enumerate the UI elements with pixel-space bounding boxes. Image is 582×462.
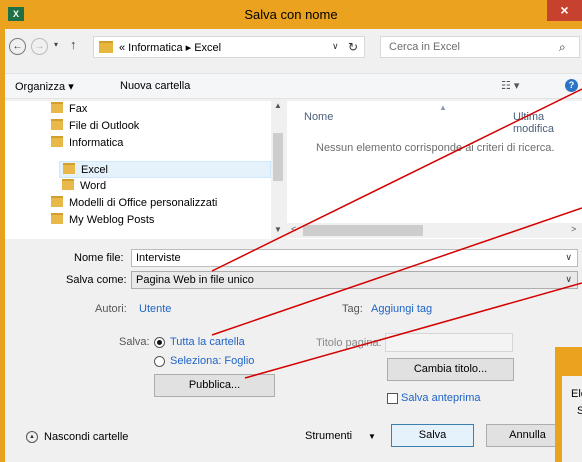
folder-icon xyxy=(51,213,63,224)
command-bar: Organizza ▾ Nuova cartella ☷ ▾ ? xyxy=(5,73,582,99)
refresh-icon[interactable]: ↻ xyxy=(348,40,358,54)
title-bar[interactable]: X Salva con nome × xyxy=(0,0,582,29)
folder-icon xyxy=(51,136,63,147)
savetype-select[interactable]: Pagina Web in file unico ∨ xyxy=(131,271,578,289)
tree-item[interactable]: My Weblog Posts xyxy=(51,212,154,229)
search-placeholder: Cerca in Excel xyxy=(389,41,460,53)
hide-folders-button[interactable]: Nascondi cartelle xyxy=(44,431,128,443)
tree-item-label: Excel xyxy=(81,164,108,176)
close-button[interactable]: × xyxy=(547,0,582,21)
navigation-pane: Fax File di Outlook Informatica Excel Wo… xyxy=(5,101,285,239)
tree-item-label: File di Outlook xyxy=(69,120,140,132)
authors-link[interactable]: Utente xyxy=(139,303,171,315)
chevron-down-icon[interactable]: ∨ xyxy=(565,252,572,263)
back-button[interactable]: ← xyxy=(9,38,26,55)
save-scope-label: Salva: xyxy=(119,336,150,348)
view-options-icon[interactable]: ☷ ▾ xyxy=(501,79,519,92)
radio-selection-label[interactable]: Seleziona: Foglio xyxy=(170,355,254,367)
tree-item-label: Fax xyxy=(69,103,88,115)
address-path[interactable]: « Informatica ▸ Excel xyxy=(119,41,221,54)
overlapping-dialog-text: Ele xyxy=(571,388,582,400)
tools-dropdown-icon[interactable]: ▼ xyxy=(368,432,376,441)
folder-icon xyxy=(62,179,74,190)
list-horizontal-scrollbar[interactable]: < > xyxy=(287,223,582,238)
save-thumbnail-checkbox[interactable] xyxy=(387,393,398,404)
scroll-right-icon[interactable]: > xyxy=(571,224,576,234)
overlapping-dialog-text: S xyxy=(577,405,582,417)
chevron-down-icon[interactable]: ∨ xyxy=(565,274,572,285)
tree-item-selected[interactable]: Excel xyxy=(59,161,271,178)
search-input[interactable]: Cerca in Excel ⌕ xyxy=(380,36,580,58)
search-icon[interactable]: ⌕ xyxy=(559,40,566,55)
tree-item[interactable]: Informatica xyxy=(51,135,123,152)
empty-message: Nessun elemento corrisponde ai criteri d… xyxy=(316,142,555,154)
filename-value: Interviste xyxy=(136,252,181,264)
save-button[interactable]: Salva xyxy=(391,424,474,447)
file-list: ▲ Nome Ultima modifica Nessun elemento c… xyxy=(287,101,582,239)
tools-menu[interactable]: Strumenti xyxy=(305,430,352,442)
address-bar[interactable]: « Informatica ▸ Excel ∨ ↻ xyxy=(93,36,365,58)
page-title-field xyxy=(385,333,513,352)
column-header-modified[interactable]: Ultima modifica xyxy=(513,111,582,135)
radio-entire-workbook-label[interactable]: Tutta la cartella xyxy=(170,336,245,348)
scroll-down-icon[interactable]: ▼ xyxy=(274,225,282,234)
address-dropdown-icon[interactable]: ∨ xyxy=(332,41,339,52)
tree-item-label: My Weblog Posts xyxy=(69,214,155,226)
filename-field[interactable]: Interviste ∨ xyxy=(131,249,578,267)
column-header-name[interactable]: Nome xyxy=(304,111,333,123)
scroll-thumb[interactable] xyxy=(303,225,423,236)
publish-button[interactable]: Pubblica... xyxy=(154,374,275,397)
tree-item[interactable]: File di Outlook xyxy=(51,118,139,135)
tree-item-label: Modelli di Office personalizzati xyxy=(69,197,218,209)
radio-selection[interactable] xyxy=(154,356,165,367)
dialog-title: Salva con nome xyxy=(244,7,338,22)
tree-scrollbar[interactable]: ▲ ▼ xyxy=(271,101,285,239)
forward-button[interactable]: → xyxy=(31,38,48,55)
sort-indicator-icon: ▲ xyxy=(439,103,447,112)
tree-item[interactable]: Modelli di Office personalizzati xyxy=(51,195,217,212)
recent-locations-dropdown[interactable]: ▾ xyxy=(54,40,58,49)
radio-entire-workbook[interactable] xyxy=(154,337,165,348)
savetype-label: Salva come: xyxy=(66,274,127,286)
tree-item[interactable]: Fax xyxy=(51,101,87,118)
page-title-label: Titolo pagina: xyxy=(316,337,382,349)
tree-item[interactable]: Word xyxy=(62,178,106,195)
folder-icon xyxy=(51,196,63,207)
folder-icon xyxy=(51,119,63,130)
new-folder-button[interactable]: Nuova cartella xyxy=(120,80,190,92)
scroll-up-icon[interactable]: ▲ xyxy=(274,101,282,110)
authors-label: Autori: xyxy=(95,303,127,315)
organize-button[interactable]: Organizza ▾ xyxy=(15,80,74,93)
filename-label: Nome file: xyxy=(74,252,124,264)
folder-icon xyxy=(63,163,75,174)
savetype-value: Pagina Web in file unico xyxy=(136,274,254,286)
scroll-thumb[interactable] xyxy=(273,133,283,181)
scroll-left-icon[interactable]: < xyxy=(291,224,296,234)
help-icon[interactable]: ? xyxy=(565,79,578,92)
tree-item-label: Informatica xyxy=(69,137,124,149)
tree-item-label: Word xyxy=(80,180,107,192)
change-title-button[interactable]: Cambia titolo... xyxy=(387,358,514,381)
tags-label: Tag: xyxy=(342,303,363,315)
tags-link[interactable]: Aggiungi tag xyxy=(371,303,432,315)
folder-icon xyxy=(51,102,63,113)
save-thumbnail-label[interactable]: Salva anteprima xyxy=(401,392,481,404)
up-folder-button[interactable]: ↑ xyxy=(70,37,77,52)
folder-icon xyxy=(99,41,113,53)
hide-folders-icon[interactable]: ▲ xyxy=(26,431,38,443)
